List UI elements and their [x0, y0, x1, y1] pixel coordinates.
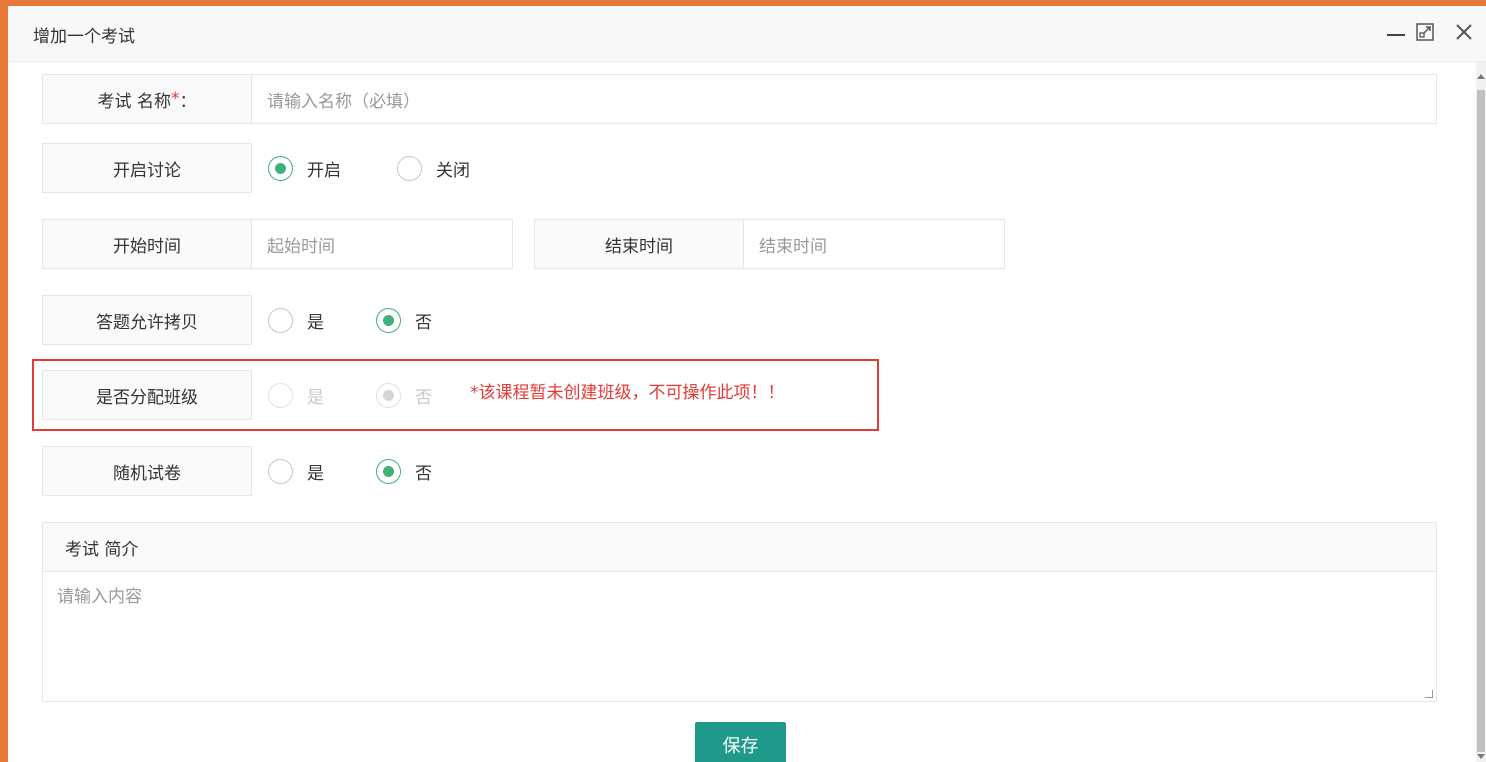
random-paper-label-text: 随机试卷	[113, 463, 181, 484]
radio-label: 是	[307, 388, 324, 408]
discussion-off-radio[interactable]: 关闭	[397, 156, 470, 181]
exam-name-colon: ：	[179, 91, 197, 112]
discussion-on-radio[interactable]: 开启	[268, 156, 341, 181]
assign-class-label: 是否分配班级	[42, 370, 252, 420]
allow-copy-no-radio[interactable]: 否	[376, 308, 432, 333]
allow-copy-label-text: 答题允许拷贝	[96, 312, 198, 333]
radio-unchecked-icon	[268, 459, 293, 484]
start-time-input[interactable]: 起始时间	[251, 219, 513, 269]
assign-class-no-radio: 否	[376, 383, 432, 408]
start-time-label-text: 开始时间	[113, 236, 181, 257]
random-paper-no-radio[interactable]: 否	[376, 459, 432, 484]
assign-class-warning: *该课程暂未创建班级，不可操作此项！！	[470, 383, 785, 403]
radio-label: 是	[307, 313, 324, 333]
scroll-down-icon[interactable]	[1477, 754, 1485, 759]
exam-name-label-text: 考试 名称	[97, 91, 171, 112]
start-time-label: 开始时间	[42, 219, 252, 269]
radio-label: 是	[307, 464, 324, 484]
radio-disabled-icon	[268, 383, 293, 408]
maximize-icon[interactable]	[1415, 22, 1435, 42]
radio-label: 否	[415, 464, 432, 484]
save-button[interactable]: 保存	[695, 722, 786, 762]
vertical-scrollbar[interactable]	[1476, 62, 1486, 762]
radio-checked-icon	[376, 308, 401, 333]
allow-copy-label: 答题允许拷贝	[42, 295, 252, 345]
assign-class-label-text: 是否分配班级	[96, 387, 198, 408]
dialog-titlebar: 增加一个考试	[8, 6, 1486, 62]
scroll-up-icon[interactable]	[1477, 74, 1485, 79]
required-mark: *	[170, 89, 180, 109]
radio-unchecked-icon	[397, 156, 422, 181]
end-time-label: 结束时间	[534, 219, 744, 269]
allow-copy-yes-radio[interactable]: 是	[268, 308, 324, 333]
minimize-icon[interactable]	[1387, 22, 1405, 36]
end-time-input[interactable]: 结束时间	[743, 219, 1005, 269]
dialog-title: 增加一个考试	[33, 27, 135, 47]
radio-label: 否	[415, 388, 432, 408]
radio-label: 关闭	[436, 161, 470, 181]
end-time-placeholder: 结束时间	[759, 236, 827, 257]
exam-name-label: 考试 名称 * ：	[42, 74, 252, 124]
start-time-placeholder: 起始时间	[267, 236, 335, 257]
scroll-thumb[interactable]	[1477, 90, 1485, 752]
radio-checked-icon	[376, 459, 401, 484]
add-exam-dialog: 增加一个考试 考试 名称 * ： 请输入名称（必填） 开启讨论 开启 关闭 开始…	[8, 6, 1486, 762]
random-paper-label: 随机试卷	[42, 446, 252, 496]
close-icon[interactable]	[1454, 22, 1474, 42]
radio-unchecked-icon	[268, 308, 293, 333]
radio-disabled-checked-icon	[376, 383, 401, 408]
radio-label: 否	[415, 313, 432, 333]
radio-checked-icon	[268, 156, 293, 181]
exam-name-placeholder: 请输入名称（必填）	[267, 91, 420, 112]
discussion-label-text: 开启讨论	[113, 160, 181, 181]
end-time-label-text: 结束时间	[605, 236, 673, 257]
exam-intro-label-text: 考试 简介	[65, 539, 139, 560]
discussion-label: 开启讨论	[42, 143, 252, 193]
exam-name-input[interactable]: 请输入名称（必填）	[251, 74, 1437, 124]
resize-handle-icon[interactable]	[1425, 690, 1433, 698]
radio-label: 开启	[307, 161, 341, 181]
exam-intro-textarea[interactable]: 请输入内容	[42, 571, 1437, 702]
exam-intro-label: 考试 简介	[42, 522, 1437, 572]
assign-class-yes-radio: 是	[268, 383, 324, 408]
random-paper-yes-radio[interactable]: 是	[268, 459, 324, 484]
exam-intro-placeholder: 请输入内容	[57, 587, 142, 607]
